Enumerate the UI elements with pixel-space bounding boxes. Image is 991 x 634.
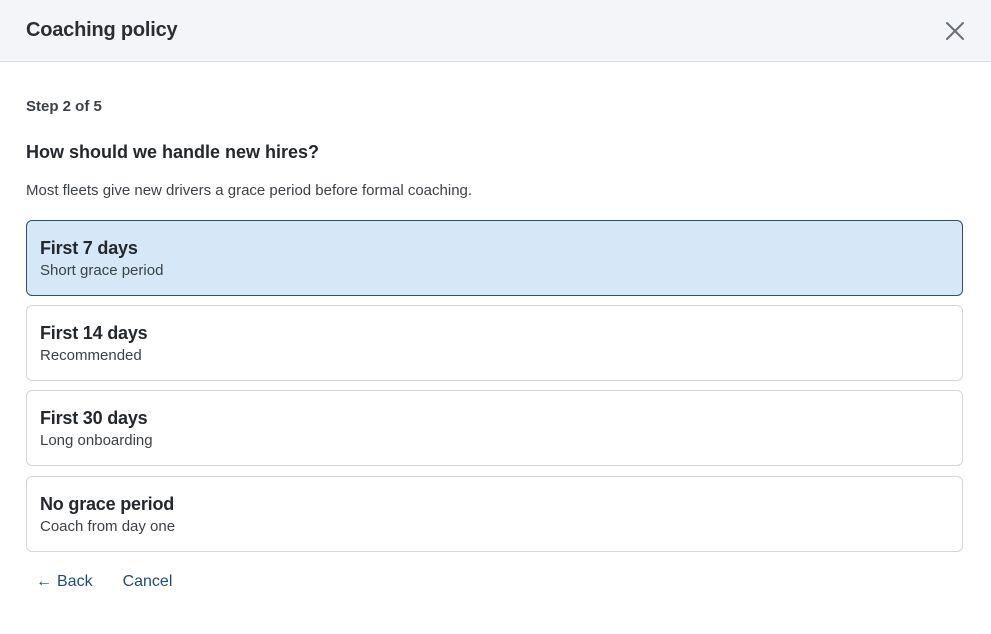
option-first-7-days[interactable]: First 7 days Short grace period [26, 220, 963, 296]
close-icon [946, 21, 964, 40]
option-first-14-days[interactable]: First 14 days Recommended [26, 305, 963, 381]
option-subtitle: Recommended [40, 346, 142, 364]
grace-period-options: First 7 days Short grace period First 14… [26, 220, 963, 552]
coaching-policy-dialog: Coaching policy Step 2 of 5 How should w… [0, 0, 991, 634]
dialog-title: Coaching policy [26, 19, 178, 41]
option-title: First 7 days [40, 237, 138, 258]
question-heading: How should we handle new hires? [26, 142, 320, 162]
option-title: No grace period [40, 493, 175, 514]
option-subtitle: Long onboarding [40, 431, 153, 449]
cancel-link[interactable]: Cancel [123, 570, 173, 594]
option-subtitle: Short grace period [40, 261, 164, 279]
dialog-footer: ← Back Cancel [26, 570, 965, 594]
arrow-left-icon: ← [36, 573, 52, 590]
step-indicator: Step 2 of 5 [26, 98, 102, 115]
back-label: Back [57, 573, 93, 590]
option-first-30-days[interactable]: First 30 days Long onboarding [26, 390, 963, 466]
dialog-content: Step 2 of 5 How should we handle new hir… [0, 97, 991, 594]
option-subtitle: Coach from day one [40, 517, 176, 535]
close-button[interactable] [941, 17, 969, 45]
option-title: First 30 days [40, 407, 148, 428]
question-description: Most fleets give new drivers a grace per… [26, 182, 473, 199]
back-link[interactable]: ← Back [36, 570, 93, 594]
option-title: First 14 days [40, 322, 148, 343]
option-no-grace-period[interactable]: No grace period Coach from day one [26, 476, 963, 552]
dialog-header: Coaching policy [0, 0, 991, 62]
